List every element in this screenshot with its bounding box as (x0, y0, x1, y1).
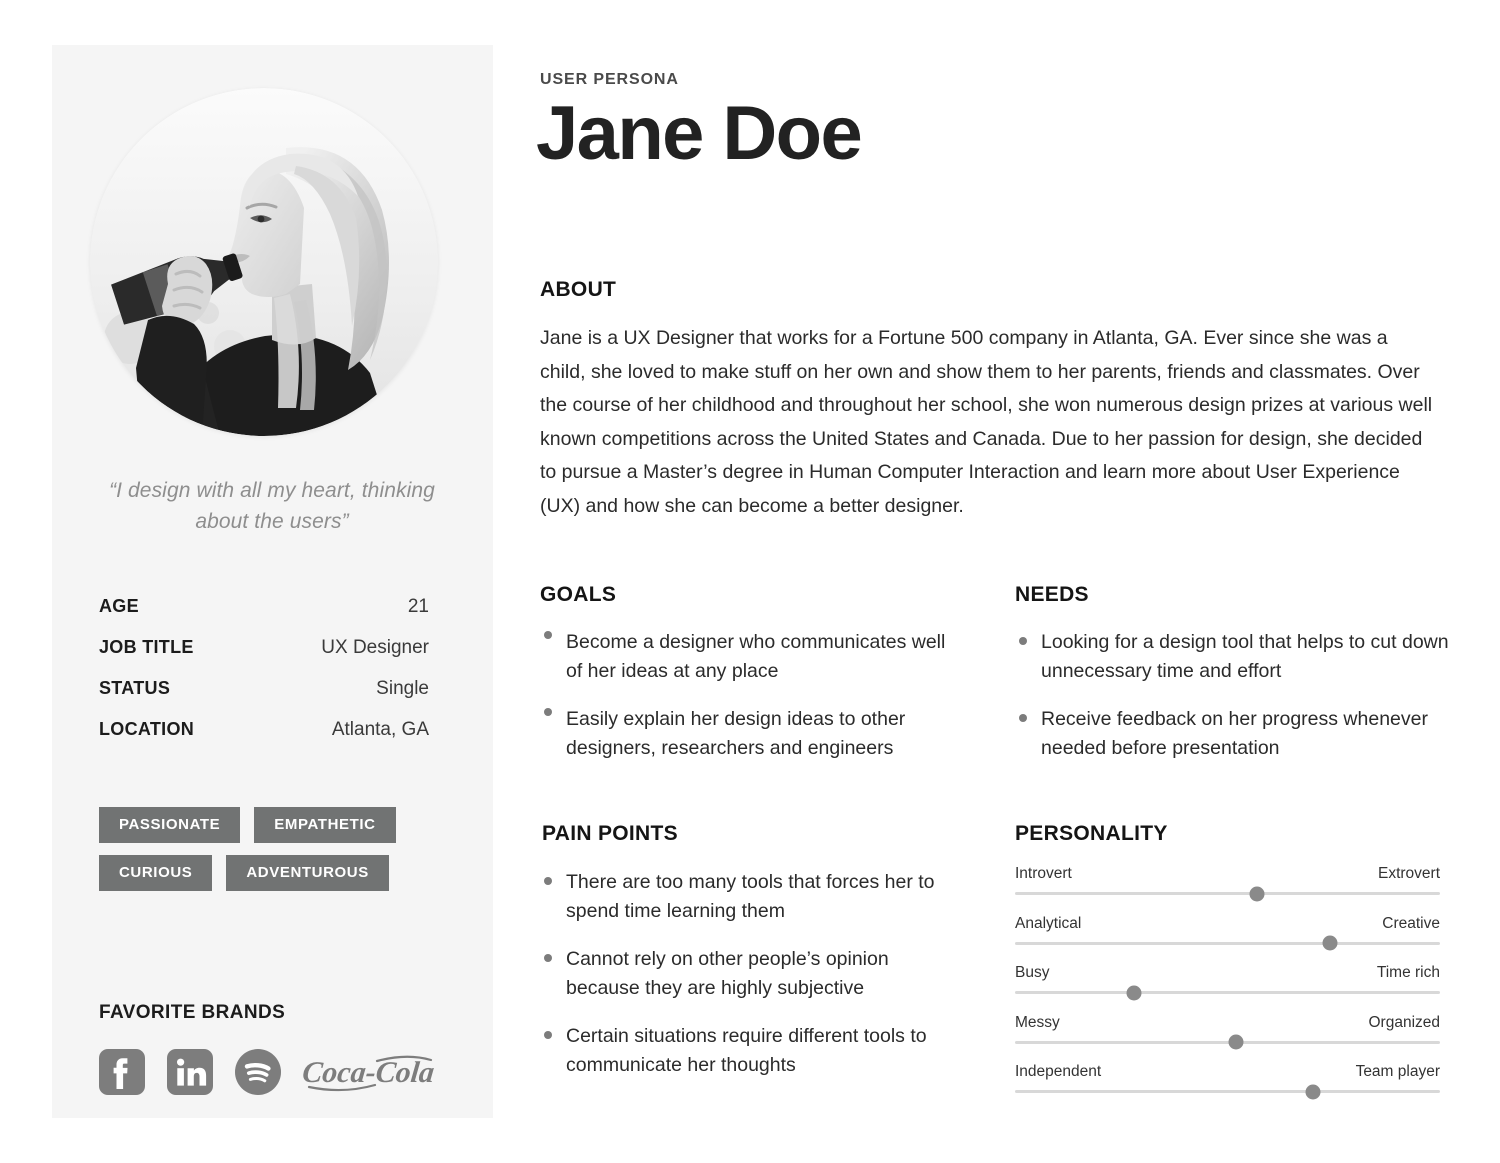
attribute-value-job-title: UX Designer (321, 637, 429, 658)
list-item: Easily explain her design ideas to other… (540, 705, 960, 762)
list-item: Looking for a design tool that helps to … (1015, 628, 1455, 685)
bullet-dot-icon (544, 954, 552, 962)
goals-list: Become a designer who communicates well … (540, 628, 960, 782)
list-item: Cannot rely on other people’s opinion be… (540, 945, 960, 1002)
favorite-brands-heading: FAVORITE BRANDS (99, 1002, 286, 1023)
spotify-logo-icon (235, 1049, 281, 1095)
goal-text: Become a designer who communicates well … (566, 631, 946, 682)
slider-thumb[interactable] (1228, 1034, 1244, 1050)
bullet-dot-icon (544, 631, 552, 639)
svg-text:Coca-Cola: Coca-Cola (303, 1055, 436, 1089)
goals-heading: GOALS (540, 583, 617, 606)
linkedin-logo-icon (167, 1049, 213, 1095)
bullet-dot-icon (1019, 637, 1027, 645)
scale-label-left: Introvert (1015, 865, 1072, 882)
page-title: Jane Doe (536, 91, 863, 176)
slider-thumb[interactable] (1322, 935, 1337, 951)
list-item: Become a designer who communicates well … (540, 628, 960, 685)
personality-slider-group: Introvert Extrovert Analytical Creative (1015, 865, 1440, 1113)
attribute-value-status: Single (376, 678, 429, 699)
persona-quote: “I design with all my heart, thinking ab… (109, 479, 435, 533)
needs-heading: NEEDS (1015, 583, 1089, 606)
personality-scale-messy-organized: Messy Organized (1015, 1013, 1440, 1050)
scale-label-right: Creative (1382, 914, 1440, 932)
trait-tag-adventurous: ADVENTUROUS (226, 855, 389, 891)
slider-thumb[interactable] (1249, 886, 1265, 901)
attribute-label-age: AGE (99, 596, 139, 616)
need-text: Receive feedback on her progress wheneve… (1041, 708, 1428, 759)
list-item: There are too many tools that forces her… (540, 868, 960, 925)
page-eyebrow: USER PERSONA (540, 71, 679, 88)
needs-list: Looking for a design tool that helps to … (1015, 628, 1455, 782)
scale-label-left: Independent (1015, 1063, 1102, 1080)
avatar (90, 88, 438, 436)
pain-point-text: There are too many tools that forces her… (566, 871, 935, 922)
scale-label-right: Extrovert (1377, 865, 1440, 882)
facebook-logo-icon (99, 1049, 145, 1095)
slider-track[interactable] (1015, 1084, 1440, 1099)
trait-tag-empathetic: EMPATHETIC (254, 807, 396, 843)
bullet-dot-icon (1019, 714, 1027, 722)
coca-cola-logo-icon: Coca-Cola (303, 1055, 436, 1092)
slider-thumb[interactable] (1126, 985, 1142, 1000)
user-persona-page: “I design with all my heart, thinking ab… (0, 0, 1500, 1163)
persona-sidebar: “I design with all my heart, thinking ab… (52, 45, 493, 1118)
trait-tag-passionate: PASSIONATE (99, 807, 241, 843)
about-body: Jane is a UX Designer that works for a F… (540, 327, 1433, 517)
attribute-value-location: Atlanta, GA (331, 719, 429, 740)
about-heading: ABOUT (540, 278, 617, 301)
attribute-value-age: 21 (407, 596, 429, 617)
scale-label-left: Analytical (1015, 914, 1082, 932)
goal-text: Easily explain her design ideas to other… (566, 708, 906, 759)
bullet-dot-icon (544, 1031, 552, 1039)
attribute-label-job-title: JOB TITLE (99, 637, 194, 657)
pain-point-text: Certain situations require different too… (566, 1025, 927, 1076)
personality-heading: PERSONALITY (1015, 822, 1168, 845)
pain-points-list: There are too many tools that forces her… (540, 868, 960, 1099)
need-text: Looking for a design tool that helps to … (1041, 631, 1449, 682)
bullet-dot-icon (544, 877, 552, 885)
personality-scale-independent-team-player: Independent Team player (1015, 1063, 1440, 1099)
table-row: STATUS Single (99, 678, 429, 700)
scale-label-left: Messy (1015, 1013, 1060, 1031)
portrait-illustration (90, 88, 438, 436)
scale-label-left: Busy (1015, 964, 1050, 981)
scale-label-right: Team player (1355, 1063, 1440, 1080)
table-row: AGE 21 (99, 596, 429, 618)
pain-points-heading: PAIN POINTS (542, 822, 678, 845)
attribute-label-location: LOCATION (99, 719, 195, 739)
table-row: LOCATION Atlanta, GA (99, 719, 429, 741)
trait-tag-list: PASSIONATE EMPATHETIC CURIOUS ADVENTUROU… (99, 807, 469, 891)
personality-scale-introvert-extrovert: Introvert Extrovert (1015, 865, 1440, 901)
trait-tag-curious: CURIOUS (99, 855, 213, 891)
avatar-photo (90, 88, 438, 436)
scale-label-right: Organized (1368, 1013, 1440, 1031)
favorite-brands-list: Coca-Cola (99, 1049, 439, 1095)
list-item: Certain situations require different too… (540, 1022, 960, 1079)
attribute-label-status: STATUS (99, 678, 171, 698)
pain-point-text: Cannot rely on other people’s opinion be… (566, 948, 889, 999)
slider-track[interactable] (1015, 1034, 1440, 1050)
list-item: Receive feedback on her progress wheneve… (1015, 705, 1455, 762)
scale-label-right: Time rich (1376, 964, 1440, 981)
personality-scale-analytical-creative: Analytical Creative (1015, 914, 1440, 951)
slider-thumb[interactable] (1305, 1084, 1320, 1099)
slider-track[interactable] (1015, 886, 1440, 901)
bullet-dot-icon (544, 708, 552, 716)
slider-track[interactable] (1015, 935, 1440, 951)
personality-scale-busy-time-rich: Busy Time rich (1015, 964, 1440, 1000)
slider-track[interactable] (1015, 985, 1440, 1000)
table-row: JOB TITLE UX Designer (99, 637, 429, 659)
attribute-table: AGE 21 JOB TITLE UX Designer STATUS Sing… (99, 596, 429, 760)
